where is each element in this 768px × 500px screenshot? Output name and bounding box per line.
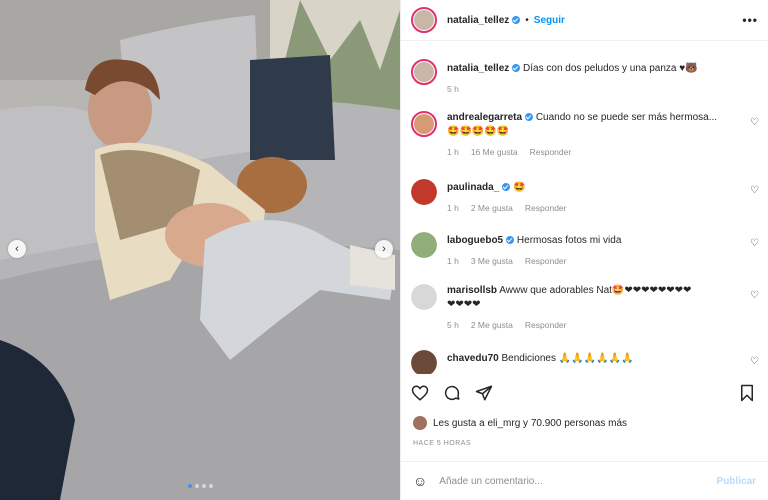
add-comment-bar: ☺ Añade un comentario... Publicar: [401, 461, 768, 500]
verified-badge-icon: [512, 16, 521, 24]
follow-button[interactable]: Seguir: [534, 15, 565, 26]
like-comment-heart-icon[interactable]: ♡: [750, 356, 759, 367]
comment-text: Awww que adorables Nat🤩❤❤❤❤❤❤❤❤: [499, 285, 692, 296]
next-photo-button[interactable]: ›: [375, 240, 393, 258]
commenter-username[interactable]: andrealegarreta: [447, 112, 522, 123]
carousel-dot: [209, 484, 213, 488]
photo-illustration: [0, 0, 400, 500]
comment-item: marisollsb Awww que adorables Nat🤩❤❤❤❤❤❤…: [411, 284, 759, 332]
commenter-avatar[interactable]: [411, 232, 437, 258]
comment-bubble-icon[interactable]: [443, 384, 461, 402]
more-options-icon[interactable]: •••: [742, 13, 758, 27]
comment-text: Bendiciones 🙏🙏🙏🙏🙏🙏: [501, 353, 634, 364]
comment-likes[interactable]: 3 Me gusta: [471, 256, 513, 266]
comment-text: Hermosas fotos mi vida: [516, 235, 622, 246]
caption: natalia_tellez Días con dos peludos y un…: [411, 59, 759, 96]
comment-likes[interactable]: 2 Me gusta: [471, 320, 513, 330]
carousel-dot: [195, 484, 199, 488]
comment-input[interactable]: Añade un comentario...: [439, 476, 716, 487]
emoji-picker-icon[interactable]: ☺: [413, 473, 427, 489]
caption-time: 5 h: [447, 84, 459, 94]
verified-badge-icon: [525, 113, 534, 122]
comment-item: paulinada_ 🤩 1 h 2 Me gusta Responder ♡: [411, 179, 759, 215]
reply-button[interactable]: Responder: [525, 320, 567, 330]
commenter-username[interactable]: marisollsb: [447, 285, 497, 296]
header-separator: •: [525, 14, 529, 26]
reply-button[interactable]: Responder: [530, 147, 572, 157]
carousel-dot: [202, 484, 206, 488]
commenter-avatar[interactable]: [411, 350, 437, 374]
post-header: natalia_tellez • Seguir •••: [401, 0, 768, 41]
like-heart-icon[interactable]: [411, 384, 429, 402]
post-photo: ‹ ›: [0, 0, 400, 500]
like-comment-heart-icon[interactable]: ♡: [750, 238, 759, 249]
liker-avatar: [413, 416, 427, 430]
author-username[interactable]: natalia_tellez: [447, 15, 509, 26]
share-send-icon[interactable]: [475, 384, 493, 402]
like-comment-heart-icon[interactable]: ♡: [750, 290, 759, 301]
commenter-username[interactable]: chavedu70: [447, 353, 499, 364]
commenter-avatar[interactable]: [411, 284, 437, 310]
commenter-avatar[interactable]: [411, 111, 437, 137]
like-comment-heart-icon[interactable]: ♡: [750, 117, 759, 128]
comment-time: 1 h: [447, 256, 459, 266]
comment-time: 5 h: [447, 320, 459, 330]
comments-list: natalia_tellez Días con dos peludos y un…: [401, 41, 768, 374]
author-avatar[interactable]: [411, 7, 437, 33]
comment-likes[interactable]: 2 Me gusta: [471, 203, 513, 213]
caption-username[interactable]: natalia_tellez: [447, 63, 509, 74]
publish-button[interactable]: Publicar: [717, 476, 756, 487]
caption-text: Días con dos peludos y una panza ♥🐻: [523, 63, 698, 74]
commenter-username[interactable]: paulinada_: [447, 182, 499, 193]
verified-badge-icon: [506, 236, 515, 245]
reply-button[interactable]: Responder: [525, 203, 567, 213]
reply-button[interactable]: Responder: [525, 256, 567, 266]
previous-photo-button[interactable]: ‹: [8, 240, 26, 258]
comment-text: 🤩: [513, 182, 526, 193]
post-panel: natalia_tellez • Seguir ••• natalia_tell…: [400, 0, 768, 500]
comment-text-line2: ❤❤❤❤: [447, 299, 481, 310]
comment-item: chavedu70 Bendiciones 🙏🙏🙏🙏🙏🙏 ♡: [411, 350, 759, 374]
comment-text: Cuando no se puede ser más hermosa...: [535, 112, 718, 123]
commenter-avatar[interactable]: [411, 179, 437, 205]
comment-item: andrealegarreta Cuando no se puede ser m…: [411, 111, 759, 159]
carousel-dot: [188, 484, 192, 488]
comment-item: laboguebo5 Hermosas fotos mi vida 1 h 3 M…: [411, 232, 759, 268]
like-comment-heart-icon[interactable]: ♡: [750, 185, 759, 196]
verified-badge-icon: [502, 183, 511, 192]
likes-summary[interactable]: Les gusta a eli_mrg y 70.900 personas má…: [413, 416, 627, 430]
comment-text-line2: 🤩🤩🤩🤩🤩: [447, 126, 510, 137]
caption-avatar[interactable]: [411, 59, 437, 85]
likes-text: Les gusta a eli_mrg y 70.900 personas má…: [433, 417, 627, 429]
commenter-username[interactable]: laboguebo5: [447, 235, 503, 246]
save-bookmark-icon[interactable]: [738, 384, 756, 402]
chevron-left-icon: ‹: [15, 243, 19, 255]
post-actions: [411, 384, 493, 402]
comment-time: 1 h: [447, 147, 459, 157]
verified-badge-icon: [512, 64, 521, 73]
post-date: HACE 5 HORAS: [413, 440, 472, 447]
chevron-right-icon: ›: [382, 243, 386, 255]
carousel-dots: [188, 484, 213, 488]
comment-time: 1 h: [447, 203, 459, 213]
post-modal: ‹ › natalia_tellez • Seguir ••• natalia_…: [0, 0, 768, 500]
comment-likes[interactable]: 16 Me gusta: [471, 147, 518, 157]
